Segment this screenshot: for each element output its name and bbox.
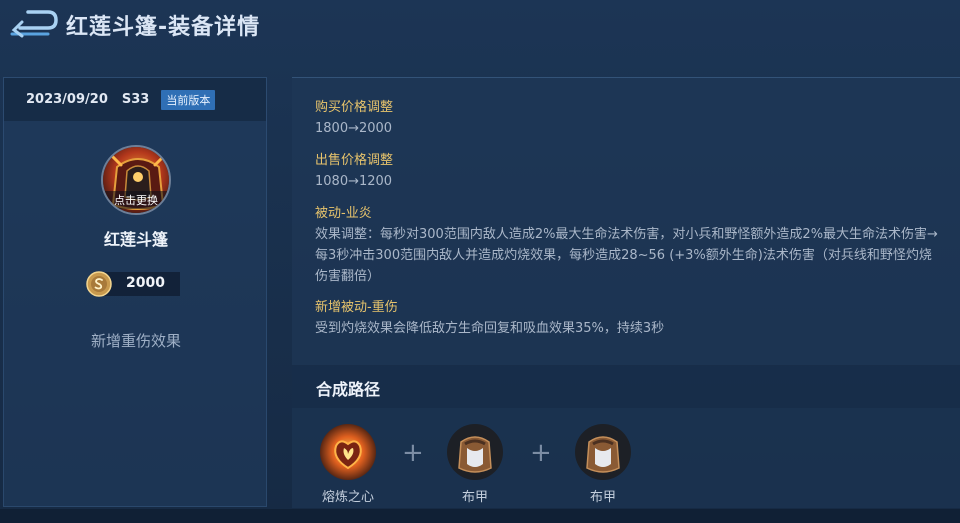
change-item: 出售价格调整 1080→1200 <box>315 151 940 192</box>
back-button[interactable] <box>8 8 58 38</box>
recipe-title: 合成路径 <box>316 380 381 399</box>
page-title: 红莲斗篷-装备详情 <box>66 15 261 40</box>
change-log-panel: 购买价格调整 1800→2000 出售价格调整 1080→1200 被动-业炎 … <box>292 77 960 365</box>
change-title: 购买价格调整 <box>315 100 394 115</box>
change-title: 新增被动-重伤 <box>315 300 398 315</box>
price-value: 2000 <box>126 275 165 291</box>
recipe-item-cloth-armor[interactable]: 布甲 <box>435 424 515 505</box>
plus-icon: + <box>402 438 424 468</box>
recipe-item-label: 熔炼之心 <box>321 490 374 505</box>
gold-coin-icon <box>86 271 112 297</box>
item-avatar-change-button[interactable]: 点击更换 <box>101 145 171 215</box>
change-text: 1800→2000 <box>315 121 393 136</box>
header: 红莲斗篷-装备详情 <box>0 0 960 60</box>
recipe-item-heart-of-fire[interactable]: 熔炼之心 <box>308 424 388 505</box>
change-text: 受到灼烧效果会降低敌方生命回复和吸血效果35%，持续3秒 <box>315 321 665 336</box>
change-text: 效果调整：每秒对300范围内敌人造成2%最大生命法术伤害，对小兵和野怪额外造成2… <box>315 227 938 284</box>
cloth-armor-icon <box>575 424 631 480</box>
heart-of-fire-icon <box>320 424 376 480</box>
season-label: S33 <box>121 92 150 107</box>
recipe-item-label: 布甲 <box>589 490 616 505</box>
change-summary: 新增重伤效果 <box>90 332 181 350</box>
change-title: 出售价格调整 <box>315 153 394 168</box>
change-item: 被动-业炎 效果调整：每秒对300范围内敌人造成2%最大生命法术伤害，对小兵和野… <box>315 204 940 287</box>
item-name: 红莲斗篷 <box>103 230 168 249</box>
change-item: 购买价格调整 1800→2000 <box>315 98 940 139</box>
change-avatar-label: 点击更换 <box>103 191 169 209</box>
change-title: 被动-业炎 <box>315 206 372 221</box>
plus-icon: + <box>530 438 552 468</box>
price-row: 2000 <box>86 271 180 297</box>
current-version-badge: 当前版本 <box>161 89 216 110</box>
bottom-bar <box>0 509 960 523</box>
item-summary-panel: 2023/09/20 S33 当前版本 点击更换 红莲斗篷 2000 新增重伤效… <box>3 77 267 507</box>
recipe-path: 熔炼之心 + 布甲 + 布甲 <box>292 408 960 508</box>
version-bar: 2023/09/20 S33 当前版本 <box>4 78 266 121</box>
recipe-header: 合成路径 <box>292 366 960 408</box>
cloth-armor-icon <box>447 424 503 480</box>
change-item: 新增被动-重伤 受到灼烧效果会降低敌方生命回复和吸血效果35%，持续3秒 <box>315 298 940 339</box>
change-text: 1080→1200 <box>315 174 393 189</box>
version-date: 2023/09/20 <box>26 92 108 107</box>
recipe-item-cloth-armor[interactable]: 布甲 <box>563 424 643 505</box>
recipe-item-label: 布甲 <box>461 490 488 505</box>
